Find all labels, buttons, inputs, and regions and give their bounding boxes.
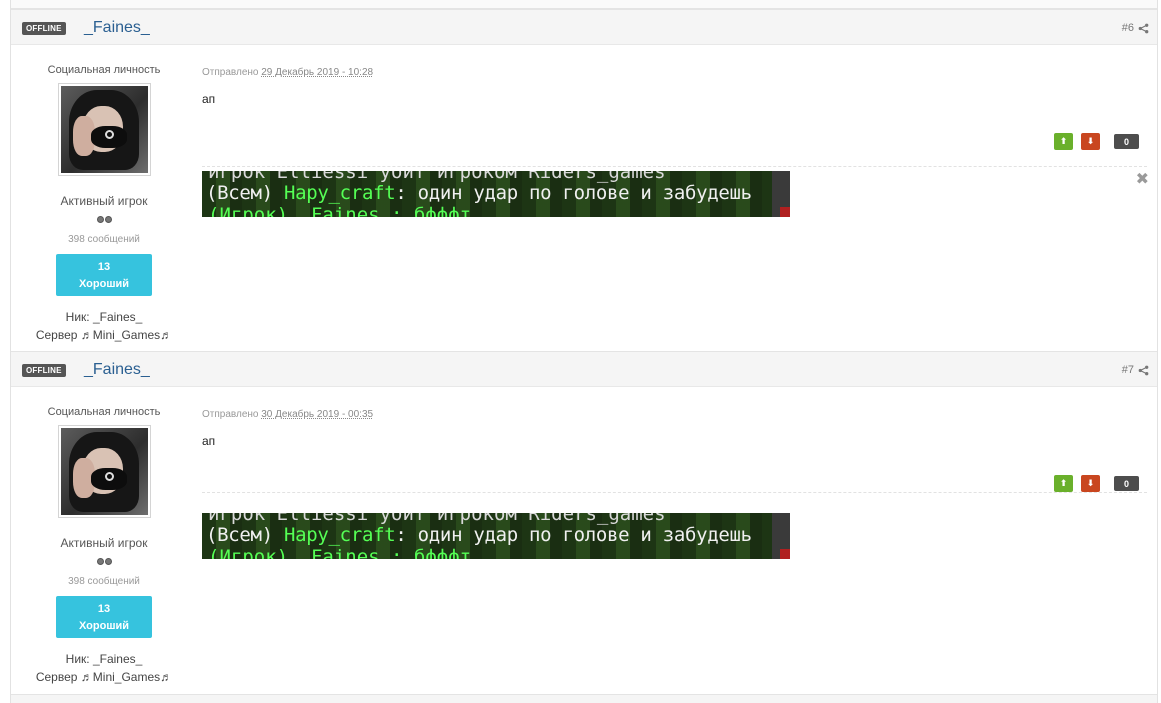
member-group: Активный игрок: [60, 194, 148, 208]
author-username-link[interactable]: _Faines_: [84, 360, 150, 380]
signature-line-bottom: (Игрок) _Faines_: бфффт: [208, 204, 472, 217]
arrow-up-icon[interactable]: ⬆: [1054, 475, 1073, 492]
forum-post: OFFLINE _Faines_ #7 Социальная личность …: [11, 351, 1157, 694]
reputation-controls: ⬆ ⬇ 0: [1054, 475, 1139, 492]
post-number[interactable]: #7: [1122, 363, 1134, 377]
arrow-down-icon[interactable]: ⬇: [1081, 475, 1100, 492]
signature-divider: [202, 492, 1147, 493]
posted-meta: Отправлено 30 Декабрь 2019 - 00:35: [202, 409, 373, 420]
posted-date: 29 Декабрь 2019 - 10:28: [261, 67, 374, 78]
status-badge: OFFLINE: [22, 364, 66, 377]
previous-post-end: [11, 0, 1157, 9]
post-header: OFFLINE _Faines_ #7: [11, 351, 1157, 387]
avatar-image: [61, 428, 148, 515]
avatar-image: [61, 86, 148, 173]
posted-prefix: Отправлено: [202, 67, 259, 78]
forum-thread: OFFLINE _Faines_ #6 Социальная личность …: [10, 0, 1158, 703]
server-field: Сервер ♬Mini_Games♬: [35, 670, 173, 684]
post-number[interactable]: #6: [1122, 21, 1134, 35]
signature-divider: [202, 166, 1147, 167]
reputation-count: 0: [1114, 134, 1139, 149]
rank-title: Социальная личность: [47, 64, 161, 76]
post-text: ап: [202, 92, 216, 106]
signature-chat-line: (Всем) Hapy_craft: один удар по голове и…: [206, 524, 752, 546]
reputation-badge: 13 Хороший: [56, 596, 152, 638]
post-text: ап: [202, 434, 216, 448]
reputation-value: 13: [97, 603, 111, 615]
nick-field: Ник: _Faines_: [65, 310, 143, 324]
signature-image: игрок Elliessi убит игроком Riders_games…: [202, 513, 790, 559]
reputation-value: 13: [97, 261, 111, 273]
post-number-link[interactable]: #7: [1122, 363, 1149, 377]
posted-meta: Отправлено 29 Декабрь 2019 - 10:28: [202, 67, 373, 78]
posted-prefix: Отправлено: [202, 409, 259, 420]
reputation-badge: 13 Хороший: [56, 254, 152, 296]
rank-pips: [97, 216, 112, 223]
share-icon[interactable]: [1138, 23, 1149, 34]
posted-date: 30 Декабрь 2019 - 00:35: [261, 409, 374, 420]
close-icon[interactable]: ✖: [1136, 169, 1149, 189]
status-badge: OFFLINE: [22, 22, 66, 35]
signature-image: игрок Elliessi убит игроком Riders_games…: [202, 171, 790, 217]
reputation-controls: ⬆ ⬇ 0: [1054, 133, 1139, 150]
avatar[interactable]: [58, 83, 151, 176]
reputation-label: Хороший: [78, 278, 130, 290]
rank-pips: [97, 558, 112, 565]
author-username-link[interactable]: _Faines_: [84, 18, 150, 38]
post-count: 398 сообщений: [68, 576, 140, 587]
rank-title: Социальная личность: [47, 406, 161, 418]
arrow-up-icon[interactable]: ⬆: [1054, 133, 1073, 150]
signature-chat-line: (Всем) Hapy_craft: один удар по голове и…: [206, 182, 752, 204]
post-header: OFFLINE _Faines_ #6: [11, 9, 1157, 45]
nick-field: Ник: _Faines_: [65, 652, 143, 666]
signature-line-bottom: (Игрок) _Faines_: бфффт: [208, 546, 472, 559]
post-count: 398 сообщений: [68, 234, 140, 245]
server-field: Сервер ♬Mini_Games♬: [35, 328, 173, 342]
avatar[interactable]: [58, 425, 151, 518]
member-group: Активный игрок: [60, 536, 148, 550]
share-icon[interactable]: [1138, 365, 1149, 376]
forum-post: OFFLINE _Faines_ #6 Социальная личность …: [11, 9, 1157, 352]
post-number-link[interactable]: #6: [1122, 21, 1149, 35]
next-post-start: [11, 694, 1157, 703]
arrow-down-icon[interactable]: ⬇: [1081, 133, 1100, 150]
reputation-label: Хороший: [78, 620, 130, 632]
reputation-count: 0: [1114, 476, 1139, 491]
